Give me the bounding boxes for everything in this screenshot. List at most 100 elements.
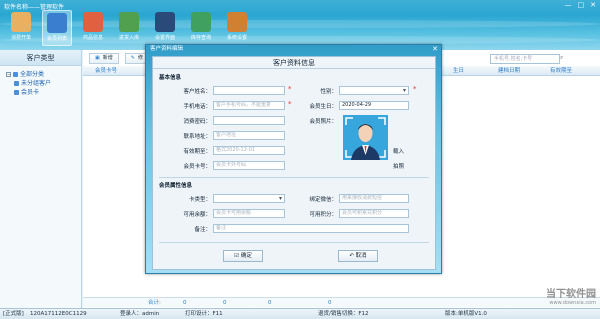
remark-label: 备注： [194,227,211,233]
ok-button[interactable]: ☑ 确定 [223,250,263,262]
take-photo-button[interactable]: 拍照 [393,162,404,170]
balance-label: 可用余额： [183,212,211,218]
check-icon: ☑ [234,253,241,259]
tree-expander-icon[interactable]: − [6,72,11,77]
cardno-field[interactable]: 会员卡外号码 [213,161,285,170]
birthday-picker[interactable]: 2020-04-29 [339,101,409,110]
toolbar-button[interactable]: 设置界面 [150,10,180,46]
folder-icon [13,72,18,77]
toolbar-button[interactable]: 进货入库 [114,10,144,46]
gender-select[interactable] [339,86,409,95]
main-toolbar: 消费开单 会员列表 商品信息 进货入库 设置界面 库存查询 系统设置 [6,10,252,46]
balance-field[interactable]: 会员卡可用余额 [213,209,285,218]
maximize-button[interactable]: □ [578,1,585,9]
member-photo [343,115,388,160]
toolbar-label: 消费开单 [10,35,31,41]
remark-field[interactable]: 备注 [213,224,409,233]
toolbar-button[interactable]: 系统设置 [222,10,252,46]
points-label: 可用积分： [309,212,337,218]
required-mark: * [413,85,417,93]
toolbar-label: 进货入库 [118,35,139,41]
tree-item-label: 全部分类 [20,71,45,78]
toolbar-button[interactable]: 库存查询 [186,10,216,46]
toolbar-button[interactable]: 会员列表 [42,10,72,46]
minimize-button[interactable]: — [565,1,572,9]
address-field[interactable]: 客户地址 [213,131,285,140]
basic-info-section: 基本信息 [159,75,182,81]
address-label: 联系地址： [183,134,211,140]
toolbar-label: 会员列表 [46,36,67,42]
search-icon[interactable]: ⌕ [560,54,568,64]
col-expire[interactable]: 有效期至 [550,66,572,76]
list-toolbar: ▣ 新增 ✎ 修 [89,53,149,64]
points-field[interactable]: 会员可积累兑积分 [339,209,409,218]
phone-label: 手机电话： [183,104,211,110]
birthday-label: 会员生日： [309,104,337,110]
col-card-no[interactable]: 会员卡号 [95,66,117,76]
summary-value: 0 [268,300,272,306]
tree-item-label: 未分组客户 [21,80,52,87]
section-divider [159,177,429,178]
col-birthday[interactable]: 生日 [453,66,464,76]
cancel-button[interactable]: ↶ 取消 [338,250,378,262]
window-controls: — □ ✕ [565,1,597,9]
search-input[interactable]: 手机号,姓名,卡号 [490,54,560,64]
category-tree: − 全部分类未分组客户会员卡 [0,66,81,101]
customer-edit-dialog: 客户资料编辑 ✕ 客户资料信息 基本信息 客户姓名： * 性别： * 手机电话：… [145,44,442,274]
toolbar-label: 设置界面 [154,35,175,41]
toolbar-icon [11,12,31,32]
password-field[interactable] [213,116,285,125]
password-label: 消费密码： [183,119,211,125]
toolbar-label: 系统设置 [226,35,247,41]
status-bar: [正式版] 120A17112E0C1129 登录人：admin 打印设计：F1… [0,308,600,319]
summary-label: 合计: [148,300,161,306]
button-divider [159,242,429,243]
print-shortcut: 打印设计：F11 [185,311,223,317]
name-field[interactable] [213,86,285,95]
dialog-close-icon[interactable]: ✕ [432,45,438,54]
dialog-window-title: 客户资料编辑 [150,46,184,52]
version-status: [正式版] [3,311,24,317]
avatar-icon [343,115,388,160]
tree-item[interactable]: 未分组客户 [6,79,75,88]
required-mark: * [288,100,292,108]
tree-item[interactable]: − 全部分类 [6,70,75,79]
expire-field[interactable]: 格式2020-12-01 [213,146,285,155]
toolbar-icon [47,13,67,33]
photo-label: 会员照片： [309,119,337,125]
summary-value: 0 [328,300,332,306]
summary-row: 合计: 0 0 0 0 [83,297,600,307]
edition-label: 版本:单机版V1.0 [445,311,487,317]
customer-type-panel: 客户类型 − 全部分类未分组客户会员卡 [0,50,82,308]
cardtype-label: 卡类型： [188,197,211,203]
member-attr-section: 会员属性信息 [159,183,193,189]
name-label: 客户姓名： [183,89,211,95]
wechat-label: 绑定微信： [309,197,337,203]
machine-code: 120A17112E0C1129 [30,311,87,317]
tree-item[interactable]: 会员卡 [6,88,75,97]
toolbar-button[interactable]: 商品信息 [78,10,108,46]
wechat-field[interactable]: 用来接收消费短信 [339,194,409,203]
col-created[interactable]: 建档日期 [498,66,520,76]
expire-label: 有效期至： [183,149,211,155]
dialog-body: 客户资料信息 基本信息 客户姓名： * 性别： * 手机电话： 客户手机号码，不… [152,56,436,270]
cardtype-select[interactable] [213,194,285,203]
close-button[interactable]: ✕ [590,1,596,9]
toolbar-icon [155,12,175,32]
required-mark: * [288,85,292,93]
add-button[interactable]: ▣ 新增 [89,53,119,64]
upload-photo-button[interactable]: 载入 [393,147,404,155]
top-header: 软件名称——管理软件 — □ ✕ 消费开单 会员列表 商品信息 进货入库 设置界面 库存查… [0,0,600,50]
toolbar-button[interactable]: 消费开单 [6,10,36,46]
toolbar-icon [119,12,139,32]
toolbar-icon [191,12,211,32]
panel-title: 客户类型 [0,50,81,66]
gender-label: 性别： [320,89,337,95]
add-icon: ▣ [95,55,100,61]
toolbar-icon [83,12,103,32]
phone-field[interactable]: 客户手机号码，不能重复 [213,101,285,110]
folder-icon [14,81,19,86]
toolbar-label: 商品信息 [82,35,103,41]
dialog-heading: 客户资料信息 [153,57,435,69]
tree-item-label: 会员卡 [21,89,40,96]
